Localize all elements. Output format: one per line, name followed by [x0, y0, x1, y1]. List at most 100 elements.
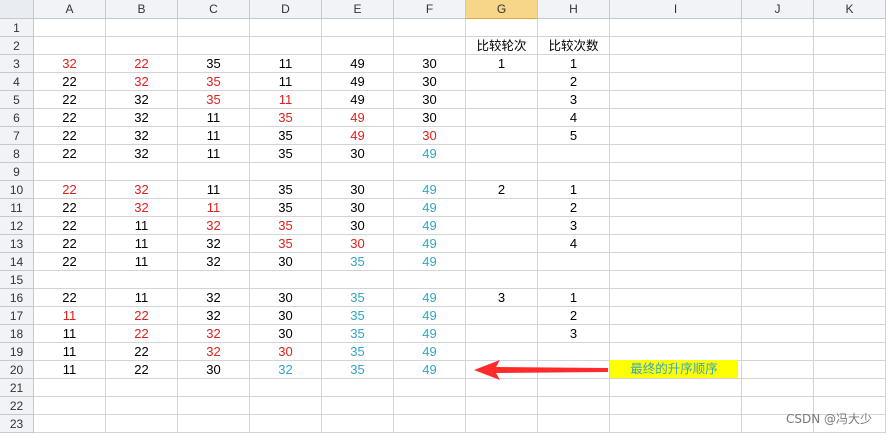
cell-c14[interactable]: 32 [178, 253, 250, 271]
cell-h13[interactable]: 4 [538, 235, 610, 253]
cell-i18[interactable] [610, 325, 742, 343]
cell-h7[interactable]: 5 [538, 127, 610, 145]
cell-d10[interactable]: 35 [250, 181, 322, 199]
cell-c12[interactable]: 32 [178, 217, 250, 235]
cell-f11[interactable]: 49 [394, 199, 466, 217]
cell-a13[interactable]: 22 [34, 235, 106, 253]
cell-f7[interactable]: 30 [394, 127, 466, 145]
column-header-a[interactable]: A [34, 0, 106, 19]
cell-d5[interactable]: 11 [250, 91, 322, 109]
cell-k6[interactable] [814, 109, 886, 127]
cell-i16[interactable] [610, 289, 742, 307]
cell-j21[interactable] [742, 379, 814, 397]
cell-j20[interactable] [742, 361, 814, 379]
cell-c17[interactable]: 32 [178, 307, 250, 325]
cell-j18[interactable] [742, 325, 814, 343]
cell-f17[interactable]: 49 [394, 307, 466, 325]
cell-b20[interactable]: 22 [106, 361, 178, 379]
cell-k16[interactable] [814, 289, 886, 307]
row-header-18[interactable]: 18 [0, 325, 34, 343]
cell-i13[interactable] [610, 235, 742, 253]
cell-e23[interactable] [322, 415, 394, 433]
cell-j9[interactable] [742, 163, 814, 181]
cell-c21[interactable] [178, 379, 250, 397]
cell-j17[interactable] [742, 307, 814, 325]
cell-e5[interactable]: 49 [322, 91, 394, 109]
column-header-b[interactable]: B [106, 0, 178, 19]
cell-i2[interactable] [610, 37, 742, 55]
cell-k17[interactable] [814, 307, 886, 325]
cell-a17[interactable]: 11 [34, 307, 106, 325]
row-header-17[interactable]: 17 [0, 307, 34, 325]
cell-j5[interactable] [742, 91, 814, 109]
row-header-21[interactable]: 21 [0, 379, 34, 397]
row-header-3[interactable]: 3 [0, 55, 34, 73]
cell-e4[interactable]: 49 [322, 73, 394, 91]
cell-h22[interactable] [538, 397, 610, 415]
row-header-16[interactable]: 16 [0, 289, 34, 307]
cell-f23[interactable] [394, 415, 466, 433]
cell-a1[interactable] [34, 19, 106, 37]
cell-i11[interactable] [610, 199, 742, 217]
cell-h18[interactable]: 3 [538, 325, 610, 343]
cell-d17[interactable]: 30 [250, 307, 322, 325]
cell-a22[interactable] [34, 397, 106, 415]
cell-c16[interactable]: 32 [178, 289, 250, 307]
cell-a4[interactable]: 22 [34, 73, 106, 91]
cell-f18[interactable]: 49 [394, 325, 466, 343]
cell-a18[interactable]: 11 [34, 325, 106, 343]
cell-f4[interactable]: 30 [394, 73, 466, 91]
cell-c7[interactable]: 11 [178, 127, 250, 145]
column-header-c[interactable]: C [178, 0, 250, 19]
cell-e1[interactable] [322, 19, 394, 37]
cell-c8[interactable]: 11 [178, 145, 250, 163]
cell-j16[interactable] [742, 289, 814, 307]
cell-e10[interactable]: 30 [322, 181, 394, 199]
cell-e14[interactable]: 35 [322, 253, 394, 271]
cell-h4[interactable]: 2 [538, 73, 610, 91]
cell-g7[interactable] [466, 127, 538, 145]
cell-d6[interactable]: 35 [250, 109, 322, 127]
cell-d9[interactable] [250, 163, 322, 181]
cell-c3[interactable]: 35 [178, 55, 250, 73]
cell-f5[interactable]: 30 [394, 91, 466, 109]
cell-a12[interactable]: 22 [34, 217, 106, 235]
row-header-23[interactable]: 23 [0, 415, 34, 433]
cell-g3[interactable]: 1 [466, 55, 538, 73]
cell-e2[interactable] [322, 37, 394, 55]
cell-a20[interactable]: 11 [34, 361, 106, 379]
cell-g13[interactable] [466, 235, 538, 253]
cell-b10[interactable]: 32 [106, 181, 178, 199]
cell-b19[interactable]: 22 [106, 343, 178, 361]
cell-f16[interactable]: 49 [394, 289, 466, 307]
cell-c13[interactable]: 32 [178, 235, 250, 253]
column-header-d[interactable]: D [250, 0, 322, 19]
cell-d14[interactable]: 30 [250, 253, 322, 271]
cell-i10[interactable] [610, 181, 742, 199]
cell-e13[interactable]: 30 [322, 235, 394, 253]
cell-b8[interactable]: 32 [106, 145, 178, 163]
cell-f20[interactable]: 49 [394, 361, 466, 379]
cell-a2[interactable] [34, 37, 106, 55]
cell-g23[interactable] [466, 415, 538, 433]
cell-b18[interactable]: 22 [106, 325, 178, 343]
cell-b22[interactable] [106, 397, 178, 415]
cell-k10[interactable] [814, 181, 886, 199]
cell-c6[interactable]: 11 [178, 109, 250, 127]
cell-e21[interactable] [322, 379, 394, 397]
cell-f9[interactable] [394, 163, 466, 181]
cell-j7[interactable] [742, 127, 814, 145]
cell-k15[interactable] [814, 271, 886, 289]
cell-b14[interactable]: 11 [106, 253, 178, 271]
row-header-11[interactable]: 11 [0, 199, 34, 217]
cell-f15[interactable] [394, 271, 466, 289]
cell-b2[interactable] [106, 37, 178, 55]
cell-b15[interactable] [106, 271, 178, 289]
cell-e11[interactable]: 30 [322, 199, 394, 217]
row-header-13[interactable]: 13 [0, 235, 34, 253]
cell-f2[interactable] [394, 37, 466, 55]
cell-i15[interactable] [610, 271, 742, 289]
cell-e19[interactable]: 35 [322, 343, 394, 361]
cell-b4[interactable]: 32 [106, 73, 178, 91]
cell-f8[interactable]: 49 [394, 145, 466, 163]
